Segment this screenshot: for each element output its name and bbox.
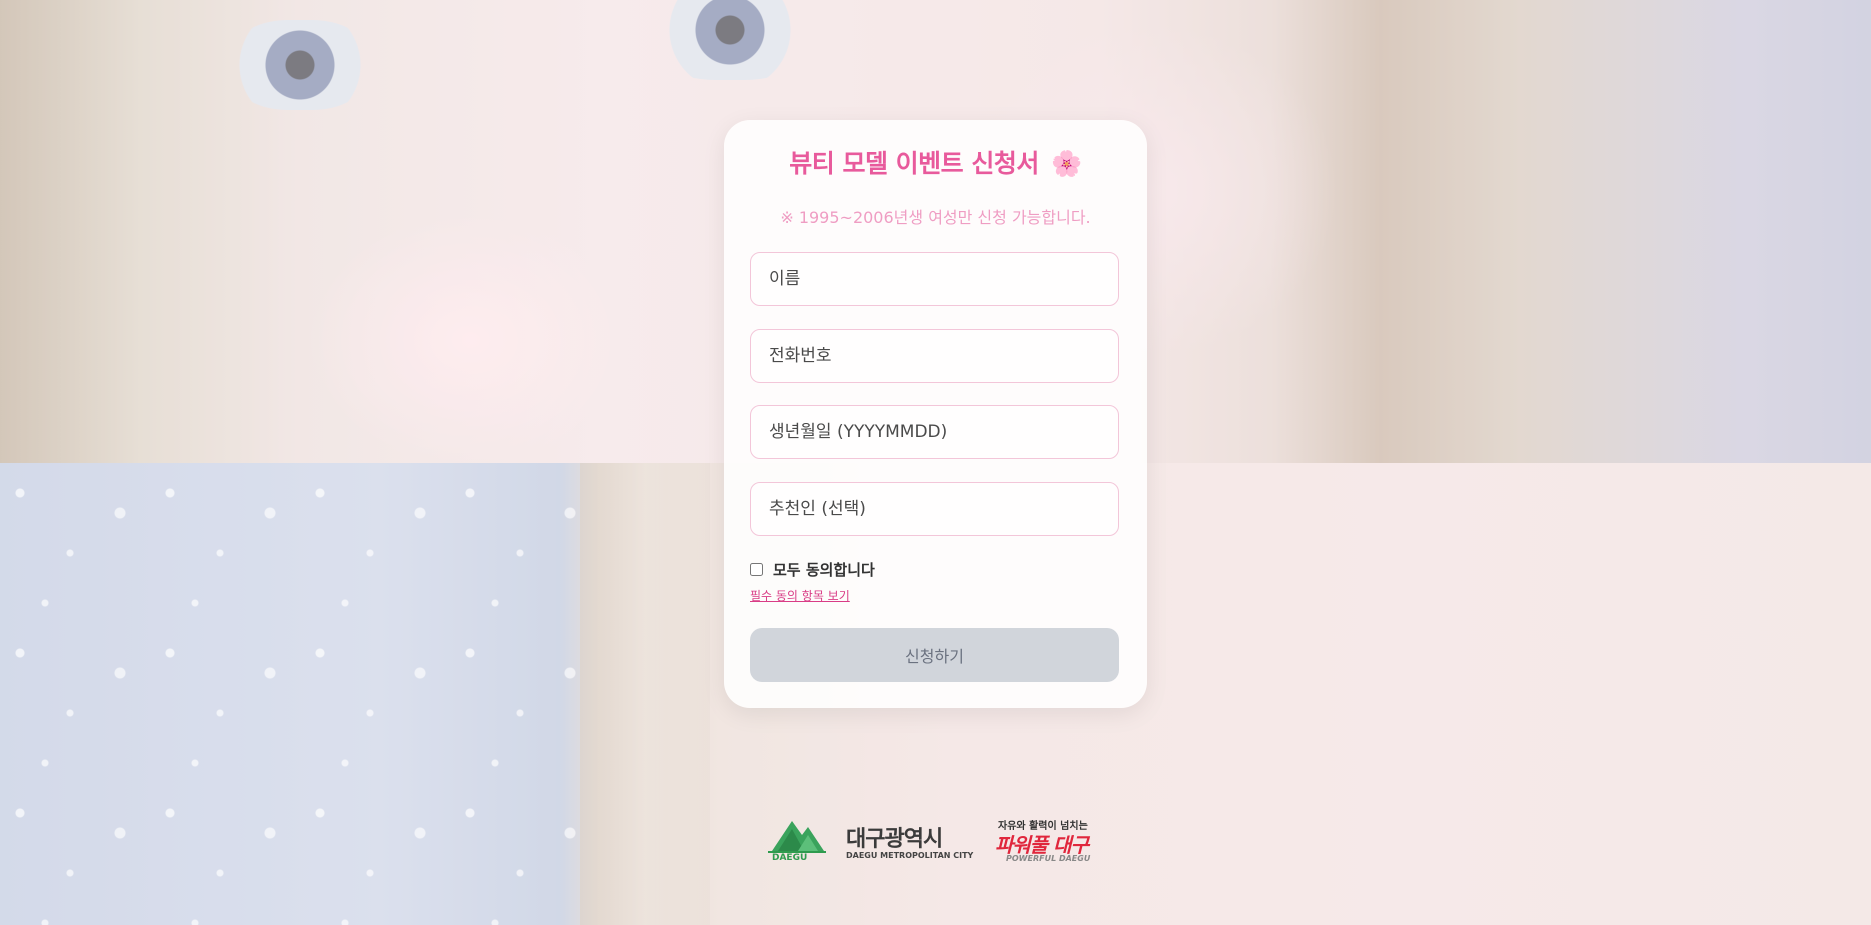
cherry-blossom-icon: 🌸 [1051, 149, 1082, 178]
birthdate-input[interactable] [750, 405, 1119, 459]
form-title: 뷰티 모델 이벤트 신청서 🌸 [724, 144, 1147, 180]
application-form-card: 뷰티 모델 이벤트 신청서 🌸 ※ 1995~2006년생 여성만 신청 가능합… [724, 120, 1147, 708]
agree-all-row: 모두 동의합니다 [750, 559, 875, 580]
agree-all-label[interactable]: 모두 동의합니다 [773, 559, 875, 580]
footer-logos: DAEGU 대구광역시 DAEGU METROPOLITAN CITY 자유와 … [768, 817, 1108, 867]
phone-input[interactable] [750, 329, 1119, 383]
submit-button[interactable]: 신청하기 [750, 628, 1119, 682]
view-terms-link[interactable]: 필수 동의 항목 보기 [750, 587, 850, 604]
agree-all-checkbox[interactable] [750, 563, 763, 576]
daegu-city-name: 대구광역시 [846, 827, 943, 852]
referrer-input[interactable] [750, 482, 1119, 536]
form-title-text: 뷰티 모델 이벤트 신청서 [789, 149, 1039, 178]
daegu-city-name-en: DAEGU METROPOLITAN CITY [846, 851, 974, 860]
eligibility-notice: ※ 1995~2006년생 여성만 신청 가능합니다. [780, 208, 1091, 227]
name-input[interactable] [750, 252, 1119, 306]
powerful-daegu-logo-en: POWERFUL DAEGU [1006, 854, 1091, 863]
daegu-mark-text: DAEGU [772, 853, 808, 863]
